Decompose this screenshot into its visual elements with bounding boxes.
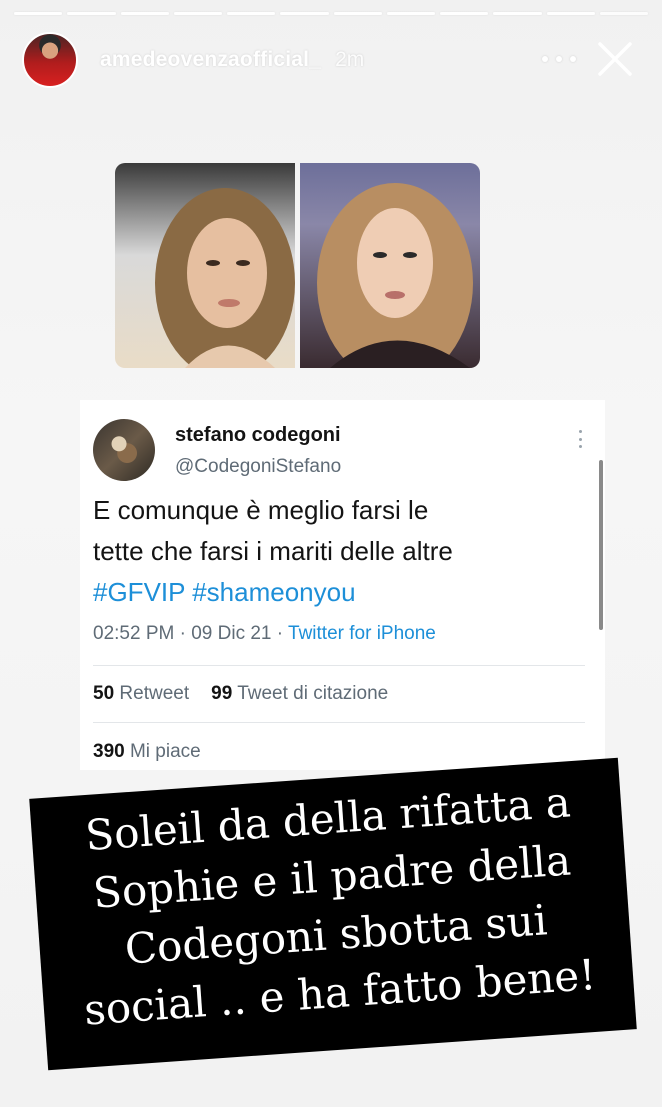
progress-segment	[440, 12, 489, 15]
progress-segment	[14, 12, 63, 15]
progress-segment-current	[599, 12, 648, 15]
progress-segment	[67, 12, 116, 15]
progress-segment	[280, 12, 329, 15]
username[interactable]: amedeovenzaofficial_	[100, 48, 321, 72]
tweet-avatar[interactable]	[93, 419, 155, 481]
more-horizontal-icon[interactable]	[542, 44, 576, 74]
tweet-text: E comunque è meglio farsi le tette che f…	[93, 490, 573, 613]
progress-segment	[546, 12, 595, 15]
tweet-meta: 02:52 PM · 09 Dic 21 · Twitter for iPhon…	[93, 623, 436, 645]
tweet-text-line: tette che farsi i mariti delle altre	[93, 536, 453, 566]
story-viewer[interactable]: amedeovenzaofficial_ 2m stefano codegoni…	[0, 0, 662, 1107]
tweet-source[interactable]: Twitter for iPhone	[288, 623, 436, 644]
scrollbar	[599, 460, 603, 630]
tweet-author-name[interactable]: stefano codegoni	[175, 424, 341, 447]
progress-segment	[173, 12, 222, 15]
retweet-count[interactable]: 50	[93, 683, 114, 704]
photo-woman-right	[300, 163, 480, 368]
tweet-text-line: E comunque è meglio farsi le	[93, 495, 429, 525]
tweet-author-handle[interactable]: @CodegoniStefano	[175, 456, 341, 478]
story-caption: Soleil da della rifatta a Sophie e il pa…	[37, 770, 632, 1042]
story-progress-bar	[14, 12, 648, 15]
like-label[interactable]: Mi piace	[125, 741, 201, 762]
tweet-more-icon[interactable]	[578, 430, 582, 448]
progress-segment	[493, 12, 542, 15]
close-icon[interactable]	[596, 40, 634, 78]
tweet-likes: 390 Mi piace	[93, 741, 201, 763]
tweet-stats: 50 Retweet 99 Tweet di citazione	[93, 683, 388, 705]
photo-woman-left	[115, 163, 295, 368]
progress-segment	[227, 12, 276, 15]
quote-count[interactable]: 99	[211, 683, 232, 704]
like-count[interactable]: 390	[93, 741, 125, 762]
progress-segment	[120, 12, 169, 15]
story-header: amedeovenzaofficial_ 2m	[22, 30, 648, 90]
tweet-card: stefano codegoni @CodegoniStefano E comu…	[80, 400, 605, 770]
avatar[interactable]	[22, 32, 78, 88]
tweet-timestamp: 02:52 PM · 09 Dic 21 ·	[93, 623, 289, 644]
retweet-label[interactable]: Retweet	[114, 683, 189, 704]
post-time: 2m	[335, 48, 365, 71]
photo-collage	[115, 163, 480, 368]
divider	[93, 722, 585, 723]
progress-segment	[333, 12, 382, 15]
tweet-hashtags[interactable]: #GFVIP #shameonyou	[93, 572, 573, 613]
divider	[93, 665, 585, 666]
progress-segment	[386, 12, 435, 15]
quote-label[interactable]: Tweet di citazione	[232, 683, 388, 704]
